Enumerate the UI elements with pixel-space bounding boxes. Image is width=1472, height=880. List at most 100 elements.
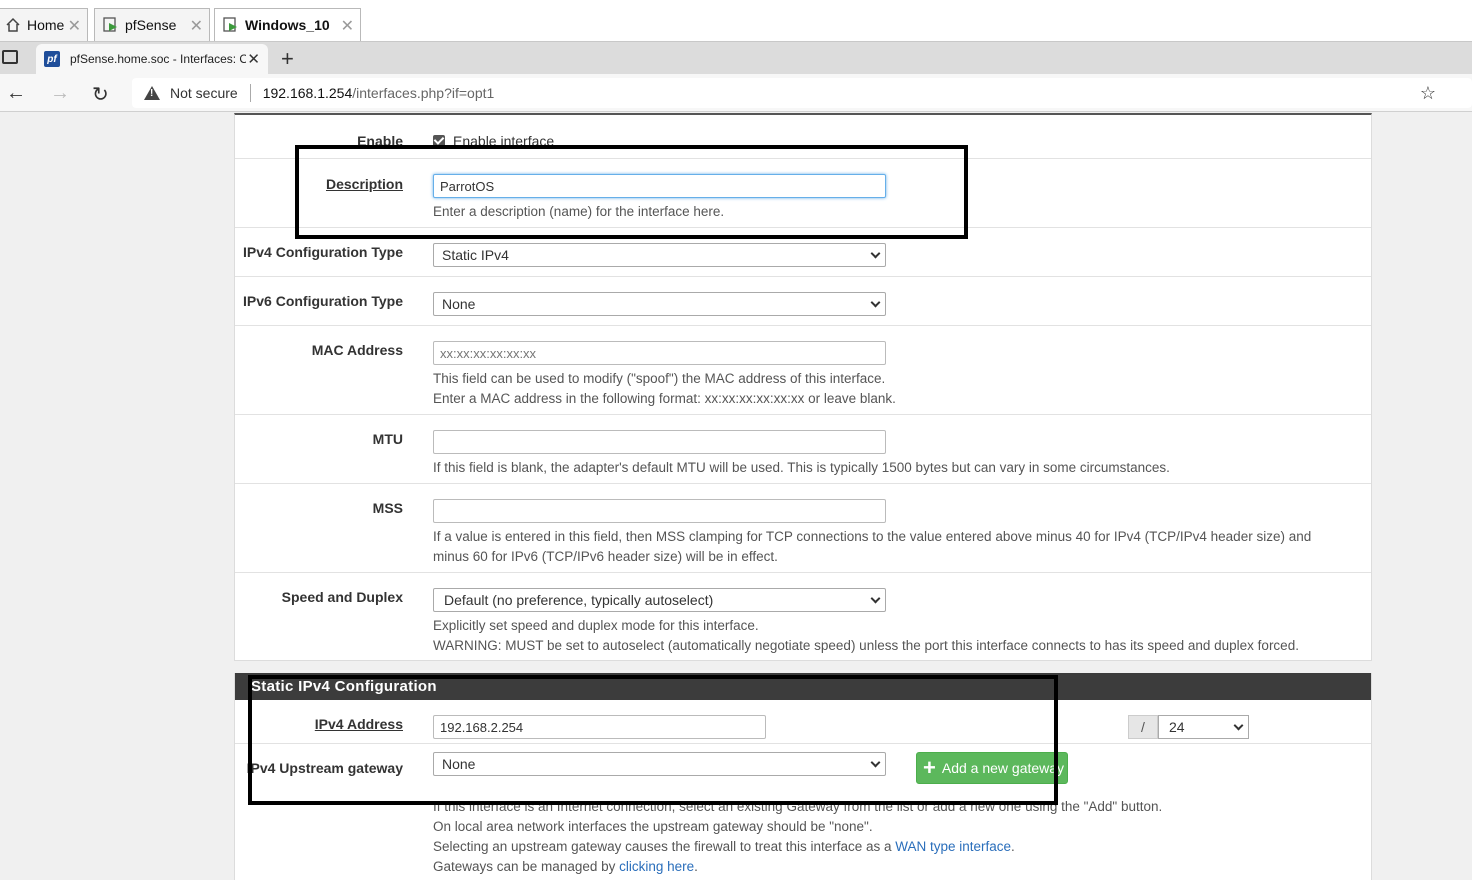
vm-tab-bar: Home ✕ pfSense ✕ Windows_10 ✕ — [0, 0, 1472, 42]
mac-help-line1: This field can be used to modify ("spoof… — [433, 371, 886, 386]
back-arrow-icon[interactable]: ← — [6, 82, 26, 105]
mac-label: MAC Address — [311, 342, 403, 358]
form-row-mss: MSS If a value is entered in this field,… — [235, 484, 1371, 573]
warning-triangle-icon — [144, 86, 160, 100]
cidr-select[interactable]: 24 — [1158, 715, 1249, 739]
url-separator — [249, 84, 251, 102]
gateway-help3-post: . — [1011, 839, 1015, 854]
close-icon[interactable]: ✕ — [190, 16, 203, 36]
cidr-slash: / — [1128, 715, 1158, 739]
browser-tab-title: pfSense.home.soc - Interfaces: O — [70, 52, 246, 66]
vm-tab-pfsense[interactable]: pfSense ✕ — [94, 8, 210, 41]
address-bar: ← → ↻ Not secure 192.168.1.254 /interfac… — [0, 74, 1472, 112]
speed-duplex-select[interactable]: Default (no preference, typically autose… — [433, 588, 886, 612]
browser-tab[interactable]: pf pfSense.home.soc - Interfaces: O ✕ — [36, 44, 268, 74]
url-host: 192.168.1.254 — [262, 85, 353, 101]
enable-checkbox[interactable]: Enable interface — [433, 133, 554, 149]
gateway-help4-pre: Gateways can be managed by — [433, 859, 620, 874]
mtu-help: If this field is blank, the adapter's de… — [433, 460, 1170, 475]
form-row-ipv4-gateway: IPv4 Upstream gateway None + Add a new g… — [235, 744, 1371, 880]
form-row-description: Description Enter a description (name) f… — [235, 159, 1371, 228]
speed-duplex-value: Default (no preference, typically autose… — [444, 592, 714, 608]
form-row-mac: MAC Address This field can be used to mo… — [235, 326, 1371, 415]
ipv4-address-input[interactable] — [433, 715, 766, 739]
url-field[interactable]: Not secure 192.168.1.254 /interfaces.php… — [132, 78, 1472, 108]
form-row-speed-duplex: Speed and Duplex Default (no preference,… — [235, 573, 1371, 661]
form-row-enable: Enable Enable interface — [235, 115, 1371, 159]
checkbox-checked-icon[interactable] — [433, 135, 445, 147]
ipv4-address-label: IPv4 Address — [314, 716, 403, 732]
section-heading: Static IPv4 Configuration — [235, 673, 1371, 700]
clicking-here-link[interactable]: clicking here — [619, 859, 694, 874]
mss-help-line1: If a value is entered in this field, the… — [433, 529, 1312, 544]
ipv4-gateway-value: None — [442, 756, 476, 772]
form-row-ipv4-type: IPv4 Configuration Type Static IPv4 — [235, 228, 1371, 277]
mtu-label: MTU — [372, 431, 403, 447]
reload-icon[interactable]: ↻ — [92, 82, 109, 107]
ipv6-type-label: IPv6 Configuration Type — [243, 293, 403, 309]
mac-input[interactable] — [433, 341, 886, 365]
chevron-down-icon — [870, 248, 881, 259]
form-row-ipv4-address: IPv4 Address / 24 — [235, 700, 1371, 744]
add-gateway-label: Add a new gateway — [941, 760, 1065, 776]
forward-arrow-icon[interactable]: → — [50, 82, 70, 105]
speed-duplex-label: Speed and Duplex — [281, 589, 403, 605]
chevron-down-icon — [870, 593, 881, 604]
vm-tab-label: Home — [27, 17, 65, 33]
chevron-down-icon — [1233, 720, 1244, 731]
chevron-down-icon — [870, 297, 881, 308]
form-row-ipv6-type: IPv6 Configuration Type None — [235, 277, 1371, 326]
vm-tab-label: pfSense — [125, 17, 177, 33]
form-row-mtu: MTU If this field is blank, the adapter'… — [235, 415, 1371, 484]
gateway-help-line4: Gateways can be managed by clicking here… — [433, 857, 698, 877]
gateway-help-line2: On local area network interfaces the ups… — [433, 819, 873, 834]
description-input[interactable] — [433, 174, 886, 198]
enable-label: Enable — [357, 133, 403, 149]
wan-type-interface-link[interactable]: WAN type interface — [895, 839, 1011, 854]
plus-icon: + — [923, 755, 936, 780]
gateway-help4-post: . — [694, 859, 698, 874]
security-label: Not secure — [170, 85, 238, 101]
close-icon[interactable]: ✕ — [341, 16, 354, 36]
close-icon[interactable]: ✕ — [68, 16, 81, 36]
interface-config-panel: Enable Enable interface Description Ente… — [234, 113, 1372, 661]
home-icon — [6, 17, 20, 32]
ipv4-type-label: IPv4 Configuration Type — [243, 244, 403, 260]
add-gateway-button[interactable]: + Add a new gateway — [916, 752, 1068, 784]
favorite-star-icon[interactable]: ☆ — [1420, 83, 1436, 104]
cidr-value: 24 — [1169, 719, 1185, 735]
gateway-help-line1: If this interface is an Internet connect… — [433, 799, 1163, 814]
browser-tab-strip: pf pfSense.home.soc - Interfaces: O ✕ + — [0, 42, 1472, 74]
gateway-help3-pre: Selecting an upstream gateway causes the… — [433, 839, 896, 854]
description-help: Enter a description (name) for the inter… — [433, 204, 725, 219]
new-tab-plus-icon[interactable]: + — [281, 46, 294, 72]
close-tab-icon[interactable]: ✕ — [247, 50, 260, 68]
ipv4-gateway-select[interactable]: None — [433, 752, 886, 776]
page-content: Enable Enable interface Description Ente… — [0, 113, 1472, 880]
vm-tab-home[interactable]: Home ✕ — [0, 8, 88, 41]
mac-help-line2: Enter a MAC address in the following for… — [433, 391, 896, 406]
vm-icon — [223, 17, 237, 32]
enable-checkbox-label: Enable interface — [453, 133, 555, 149]
vm-icon — [103, 17, 117, 32]
ipv6-type-value: None — [442, 296, 476, 312]
mss-input[interactable] — [433, 499, 886, 523]
mtu-input[interactable] — [433, 430, 886, 454]
mss-help-line2: minus 60 for IPv6 (TCP/IPv6 header size)… — [433, 549, 778, 564]
gateway-help-line3: Selecting an upstream gateway causes the… — [433, 837, 1015, 857]
chevron-down-icon — [870, 757, 881, 768]
speed-help-line1: Explicitly set speed and duplex mode for… — [433, 618, 759, 633]
ipv6-type-select[interactable]: None — [433, 292, 886, 316]
vm-tab-windows10[interactable]: Windows_10 ✕ — [214, 8, 361, 41]
sidebar-toggle-icon[interactable] — [2, 50, 18, 64]
ipv4-type-value: Static IPv4 — [442, 247, 509, 263]
speed-help-line2: WARNING: MUST be set to autoselect (auto… — [433, 638, 1299, 653]
url-path: /interfaces.php?if=opt1 — [352, 85, 495, 101]
pfsense-favicon-icon: pf — [44, 51, 60, 67]
ipv4-gateway-label: IPv4 Upstream gateway — [246, 760, 403, 776]
vm-tab-label: Windows_10 — [245, 17, 330, 33]
mss-label: MSS — [372, 500, 403, 516]
static-ipv4-panel: Static IPv4 Configuration IPv4 Address /… — [234, 673, 1372, 880]
description-label: Description — [325, 176, 403, 192]
ipv4-type-select[interactable]: Static IPv4 — [433, 243, 886, 267]
